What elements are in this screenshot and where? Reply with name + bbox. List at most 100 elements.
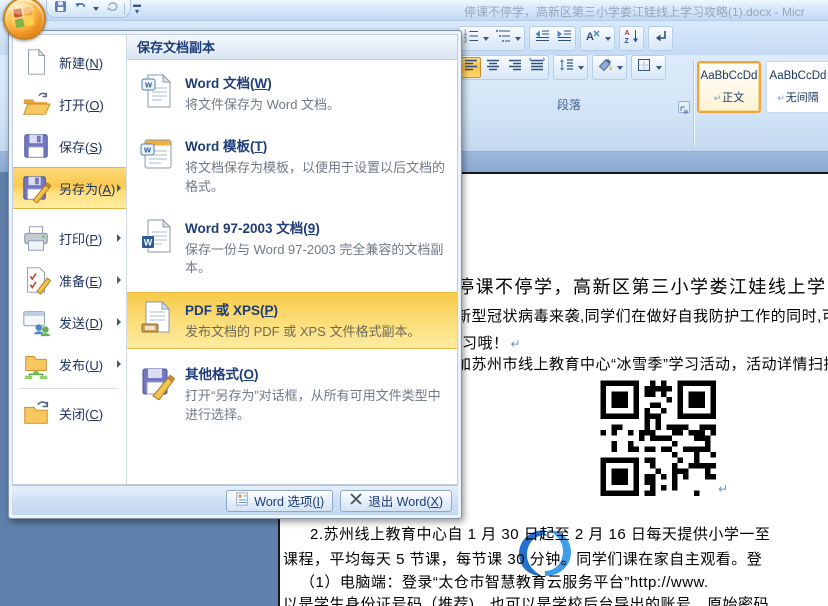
close-document-icon [21,398,51,428]
distribute-button[interactable] [526,57,547,78]
quick-access-toolbar [46,0,131,18]
menu-item-label: 发布(U) [59,355,103,374]
style-sample-text: AaBbCcDd [699,70,759,82]
office-logo-icon [5,0,44,38]
align-right-button[interactable] [504,57,525,78]
menu-divider [21,388,118,389]
print-icon [21,223,51,253]
menu-item-send[interactable]: 发送(D) [13,301,126,343]
asian-layout-button[interactable]: A [582,28,603,49]
line-spacing-button[interactable] [555,57,576,78]
dropdown-caret-icon[interactable] [578,66,584,73]
svg-text:A: A [586,31,594,43]
align-center-icon [485,57,501,78]
svg-text:W: W [144,237,153,247]
style-name: ↵无间隔 [767,89,828,105]
submenu-item-title: Word 文档(W) [185,72,449,92]
numbered-list-button[interactable]: 123 [460,28,481,49]
save-as-icon [21,173,51,203]
dropdown-caret-icon[interactable] [605,37,611,44]
submenu-item-word-template[interactable]: w Word 模板(T) 将文档保存为模板，以便用于设置以后文档的格式。 [127,129,457,203]
button-cluster: AZ [619,26,644,51]
sort-button[interactable]: AZ [621,28,642,49]
word-options-icon [235,492,249,509]
increase-indent-button[interactable] [553,28,574,49]
submenu-arrow-icon [117,184,121,192]
word-template-icon: w [139,136,175,172]
paragraph-mark-icon: ↵ [777,93,785,103]
undo-button[interactable] [72,1,89,16]
menu-item-new[interactable]: 新建(N) [13,41,126,83]
submenu-item-word-97-2003[interactable]: W Word 97-2003 文档(9) 保存一份与 Word 97-2003 … [127,211,457,285]
align-center-button[interactable] [482,57,503,78]
distribute-icon [529,57,545,78]
dropdown-caret-icon[interactable] [656,66,662,73]
svg-text:A: A [624,30,629,37]
menu-item-close[interactable]: 关闭(C) [13,392,126,434]
submenu-item-title: Word 97-2003 文档(9) [185,217,449,237]
menu-item-save[interactable]: 保存(S) [13,125,126,167]
style-normal[interactable]: AaBbCcDd ↵正文 [697,61,761,113]
submenu-item-other-formats[interactable]: 其他格式(O) 打开“另存为”对话框，从所有可用文件类型中进行选择。 [127,357,457,431]
button-cluster [553,55,588,80]
document-text-line: 以是学生身份证号码（推荐)，也可以是学校后台导出的账号，原始密码 [283,593,769,606]
asian-layout-icon: A [585,28,601,49]
submenu-item-text: PDF 或 XPS(P) 发布文档的 PDF 或 XPS 文件格式副本。 [185,299,449,342]
menu-item-save-as[interactable]: 另存为(A) [13,167,126,209]
document-text-line: 加苏州市线上教育中心“冰雪季”学习活动，活动详情扫描二 [456,353,828,374]
svg-text:w: w [143,144,152,154]
show-marks-button[interactable] [650,28,671,49]
dropdown-caret-icon[interactable] [93,7,99,14]
button-cluster [529,26,576,51]
redo-button[interactable] [104,1,121,16]
borders-icon [636,57,652,78]
multilevel-list-button[interactable] [492,28,513,49]
style-no-spacing[interactable]: AaBbCcDd ↵无间隔 [766,61,828,113]
dropdown-caret-icon[interactable] [515,37,521,44]
dropdown-caret-icon[interactable] [483,37,489,44]
exit-word-button[interactable]: 退出 Word(X) [340,490,452,512]
paragraph-group: 123AAZ 段落 [456,21,692,117]
office-menu-footer: Word 选项(I) 退出 Word(X) [12,485,458,515]
office-menu-left-pane: 新建(N) 打开(O) 保存(S) 另存为(A) 打印(P) 准备(E) 发送(… [13,35,127,484]
submenu-item-description: 将文件保存为 Word 文档。 [185,96,449,115]
menu-item-prepare[interactable]: 准备(E) [13,259,126,301]
decrease-indent-button[interactable] [531,28,552,49]
button-cluster [458,55,549,80]
show-marks-icon [653,28,669,49]
document-text-line: （1）电脑端：登录“太仓市智慧教育云服务平台”http://www. [300,571,709,592]
office-menu: 新建(N) 打开(O) 保存(S) 另存为(A) 打印(P) 准备(E) 发送(… [8,30,462,519]
menu-item-print[interactable]: 打印(P) [13,217,126,259]
submenu-item-pdf-or-xps[interactable]: PDF 或 XPS(P) 发布文档的 PDF 或 XPS 文件格式副本。 [127,292,457,349]
customize-qat-dropdown[interactable]: ▬▾ [130,1,144,17]
line-spacing-icon [558,57,574,78]
send-icon [21,307,51,337]
decrease-indent-icon [534,28,550,49]
submenu-item-word-document[interactable]: w Word 文档(W) 将文件保存为 Word 文档。 [127,66,457,121]
save-icon [21,131,51,161]
menu-item-publish[interactable]: 发布(U) [13,343,126,385]
word-options-button[interactable]: Word 选项(I) [226,490,333,512]
paragraph-dialog-launcher[interactable] [678,101,690,113]
submenu-arrow-icon [117,360,121,368]
align-left-icon [463,57,479,78]
menu-item-label: 发送(D) [59,313,103,332]
footer-button-label: Word 选项(I) [254,491,324,510]
shading-button[interactable] [594,57,615,78]
save-button[interactable] [52,1,69,16]
button-cluster [592,55,627,80]
menu-item-label: 打印(P) [59,229,102,248]
office-button[interactable] [3,0,46,40]
borders-button[interactable] [633,57,654,78]
dropdown-caret-icon[interactable] [617,66,623,73]
submenu-item-title: PDF 或 XPS(P) [185,299,449,319]
submenu-item-description: 打开“另存为”对话框，从所有可用文件类型中进行选择。 [185,387,449,425]
align-left-button[interactable] [460,57,481,78]
paragraph-group-label: 段落 [456,96,682,113]
submenu-item-text: Word 97-2003 文档(9) 保存一份与 Word 97-2003 完全… [185,217,449,279]
multilevel-list-icon [495,28,511,49]
window-title: 停课不停学，高新区第三小学娄江娃线上学习攻略(1).docx - Micr [464,3,828,20]
submenu-item-text: 其他格式(O) 打开“另存为”对话框，从所有可用文件类型中进行选择。 [185,363,449,425]
button-cluster: 123 [458,26,525,51]
menu-item-open[interactable]: 打开(O) [13,83,126,125]
